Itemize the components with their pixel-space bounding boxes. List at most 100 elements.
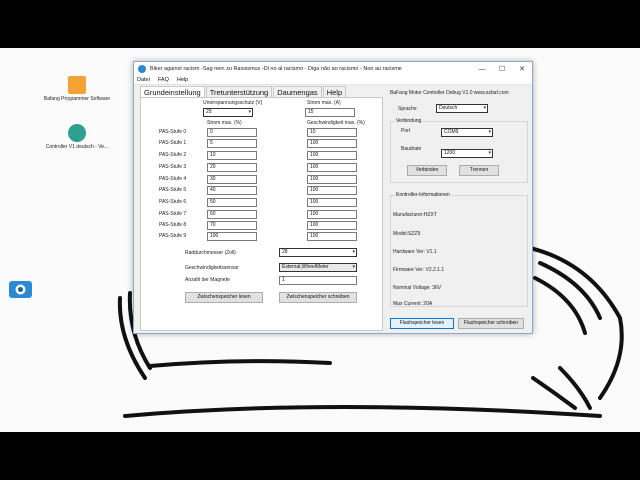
pas-current-input[interactable]: 70 bbox=[207, 221, 257, 230]
info-manufacturer: Manufacturer:HZXT bbox=[393, 212, 437, 218]
chevron-down-icon: ▾ bbox=[352, 249, 355, 255]
speed-sensor-value: External,WheelMeter bbox=[282, 264, 329, 270]
baudrate-select[interactable]: 1200 ▾ bbox=[441, 149, 493, 158]
speed-sensor-label: Geschwindigkeitssensor bbox=[185, 265, 239, 271]
menu-bar: Datei FAQ Help bbox=[134, 76, 532, 85]
pas-row-label: PAS-Stufe 4 bbox=[159, 176, 187, 182]
window-title: Biker against racism -Sag nein zu Rassis… bbox=[150, 66, 402, 72]
minimize-button[interactable]: — bbox=[472, 62, 492, 76]
title-bar[interactable]: Biker against racism -Sag nein zu Rassis… bbox=[134, 62, 532, 76]
wheel-diameter-label: Raddurchmesser (Zoll) bbox=[185, 250, 236, 256]
pas-speed-header: Geschwindigkeit max. (%) bbox=[307, 120, 365, 126]
pas-row-label: PAS-Stufe 8 bbox=[159, 222, 187, 228]
pas-speed-input[interactable]: 100 bbox=[307, 175, 357, 184]
controller-info-group: Kontroller-Informationen Manufacturer:HZ… bbox=[390, 192, 528, 307]
pas-current-input[interactable]: 100 bbox=[207, 232, 257, 241]
pas-row-label: PAS-Stufe 1 bbox=[159, 140, 187, 146]
port-label: Port bbox=[401, 128, 411, 134]
connection-panel: BaFang Motor Controller Debug V1.0 www.s… bbox=[388, 88, 530, 331]
pas-speed-input[interactable]: 100 bbox=[307, 151, 357, 160]
current-max-input[interactable]: 15 bbox=[305, 108, 355, 117]
app-window: Biker against racism -Sag nein zu Rassis… bbox=[133, 61, 533, 334]
pas-row-label: PAS-Stufe 2 bbox=[159, 152, 187, 158]
magnets-value: 1 bbox=[282, 277, 285, 283]
baudrate-value: 1200 bbox=[444, 150, 456, 156]
speed-sensor-select[interactable]: External,WheelMeter ▾ bbox=[279, 263, 357, 272]
pas-speed-input[interactable]: 100 bbox=[307, 163, 357, 172]
language-value: Deutsch bbox=[439, 105, 458, 111]
undervoltage-value: 29 bbox=[206, 109, 212, 115]
pas-current-input[interactable]: 40 bbox=[207, 186, 257, 195]
pas-current-input[interactable]: 20 bbox=[207, 163, 257, 172]
controller-info-title: Kontroller-Informationen bbox=[395, 192, 451, 198]
magnets-input[interactable]: 1 bbox=[279, 276, 357, 285]
desktop-icon-bafang-programmer[interactable]: Bafang Programmer Software bbox=[42, 76, 112, 102]
pas-current-input[interactable]: 60 bbox=[207, 210, 257, 219]
disconnect-button[interactable]: Trennen bbox=[459, 165, 499, 176]
pas-row-label: PAS-Stufe 5 bbox=[159, 187, 187, 193]
write-cache-button[interactable]: Zwischenspeicher schreiben bbox=[279, 292, 357, 303]
pas-current-input[interactable]: 0 bbox=[207, 128, 257, 137]
connection-group: Verbindung Port COM9 ▾ Baudrate 1200 ▾ V… bbox=[390, 118, 528, 183]
maximize-button[interactable]: ☐ bbox=[492, 62, 512, 76]
document-file-icon bbox=[68, 76, 86, 94]
port-value: COM9 bbox=[444, 129, 459, 135]
pas-speed-input[interactable]: 100 bbox=[307, 232, 357, 241]
pas-current-input[interactable]: 5 bbox=[207, 139, 257, 148]
pas-speed-input[interactable]: 10 bbox=[307, 128, 357, 137]
close-button[interactable]: ✕ bbox=[512, 62, 532, 76]
current-max-value: 15 bbox=[308, 109, 314, 115]
pas-row-label: PAS-Stufe 9 bbox=[159, 233, 187, 239]
pas-current-input[interactable]: 50 bbox=[207, 198, 257, 207]
info-current: Max Current: 20A bbox=[393, 301, 433, 307]
connect-button[interactable]: Verbinden bbox=[407, 165, 447, 176]
app-icon bbox=[138, 65, 146, 73]
undervoltage-select[interactable]: 29 ▾ bbox=[203, 108, 253, 117]
tab-strip: Grundeinstellung Tretunterstützung Daume… bbox=[140, 86, 347, 97]
port-select[interactable]: COM9 ▾ bbox=[441, 128, 493, 137]
tab-tretunterstuetzung[interactable]: Tretunterstützung bbox=[205, 86, 273, 97]
menu-help[interactable]: Help bbox=[177, 77, 188, 83]
chevron-down-icon: ▾ bbox=[483, 105, 486, 111]
flash-read-button[interactable]: Flashspeicher lesen bbox=[390, 318, 454, 329]
pas-speed-input[interactable]: 100 bbox=[307, 139, 357, 148]
camera-icon bbox=[9, 281, 32, 298]
chevron-down-icon: ▾ bbox=[248, 109, 251, 115]
menu-datei[interactable]: Datei bbox=[137, 77, 150, 83]
app-header-text: BaFang Motor Controller Debug V1.0 www.s… bbox=[390, 90, 509, 96]
language-select[interactable]: Deutsch ▾ bbox=[436, 104, 488, 113]
pas-row-label: PAS-Stufe 0 bbox=[159, 129, 187, 135]
info-voltage: Nominal Voltage: 36V bbox=[393, 285, 442, 291]
wheel-diameter-select[interactable]: 28 ▾ bbox=[279, 248, 357, 257]
pas-speed-input[interactable]: 100 bbox=[307, 210, 357, 219]
magnets-label: Anzahl der Magnete bbox=[185, 277, 230, 283]
basic-settings-panel: Unterspannungsschutz (V) 29 ▾ Strom max.… bbox=[140, 97, 383, 331]
tab-daumengas[interactable]: Daumengas bbox=[273, 86, 322, 97]
tab-help[interactable]: Help bbox=[322, 86, 347, 97]
pas-current-input[interactable]: 30 bbox=[207, 175, 257, 184]
tab-grundeinstellung[interactable]: Grundeinstellung bbox=[140, 86, 205, 97]
info-hardware: Hardware Ver: V1.1 bbox=[393, 249, 437, 255]
desktop-icon-controller[interactable]: Controller V1 deutsch - Ve... bbox=[42, 124, 112, 150]
pas-current-header: Strom max. (%) bbox=[207, 120, 242, 126]
chevron-down-icon: ▾ bbox=[488, 129, 491, 135]
baudrate-label: Baudrate bbox=[401, 146, 422, 152]
chevron-down-icon: ▾ bbox=[488, 150, 491, 156]
pas-row-label: PAS-Stufe 3 bbox=[159, 164, 187, 170]
pas-row-label: PAS-Stufe 6 bbox=[159, 199, 187, 205]
bicycle-app-icon bbox=[68, 124, 86, 142]
desktop-icon-label: Controller V1 deutsch - Ve... bbox=[45, 144, 109, 150]
pas-row-label: PAS-Stufe 7 bbox=[159, 211, 187, 217]
info-model: Model:SZZ9 bbox=[393, 231, 421, 237]
pas-speed-input[interactable]: 100 bbox=[307, 186, 357, 195]
desktop-icon-label: Bafang Programmer Software bbox=[43, 96, 111, 102]
undervoltage-label: Unterspannungsschutz (V) bbox=[203, 100, 263, 106]
pas-current-input[interactable]: 10 bbox=[207, 151, 257, 160]
language-label: Sprache bbox=[398, 106, 417, 112]
menu-faq[interactable]: FAQ bbox=[158, 77, 169, 83]
pas-speed-input[interactable]: 100 bbox=[307, 198, 357, 207]
wheel-diameter-value: 28 bbox=[282, 249, 288, 255]
read-cache-button[interactable]: Zwischenspeicher lesen bbox=[185, 292, 263, 303]
pas-speed-input[interactable]: 100 bbox=[307, 221, 357, 230]
flash-write-button[interactable]: Flashspeicher schreiben bbox=[458, 318, 524, 329]
